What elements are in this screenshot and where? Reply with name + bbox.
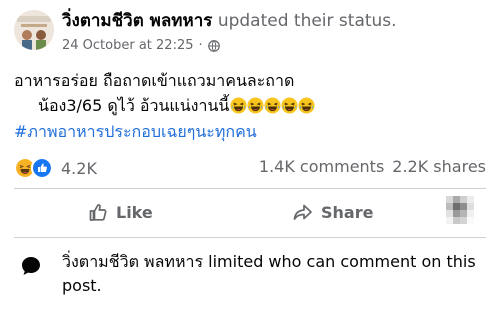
like-button[interactable]: Like	[88, 196, 153, 228]
meta-separator: ·	[198, 38, 203, 53]
post-card: วิ่งตามชีวิต พลทหาร updated their status…	[0, 0, 500, 309]
globe-icon[interactable]	[207, 40, 220, 52]
comment-restriction-notice: วิ่งตามชีวิต พลทหาร limited who can comm…	[62, 252, 476, 295]
laughing-emoji	[281, 97, 298, 114]
share-label: Share	[321, 202, 374, 222]
post-header-line: วิ่งตามชีวิต พลทหาร updated their status…	[62, 10, 397, 32]
avatar-image	[14, 10, 54, 50]
post-action-text: updated their status.	[217, 11, 397, 31]
post-text-line-1: อาหารอร่อย ถือถาดเข้าแถวมาคนละถาด	[14, 71, 295, 90]
author-name[interactable]: วิ่งตามชีวิต พลทหาร	[62, 11, 212, 31]
laughing-emoji-row	[230, 97, 315, 114]
laughing-emoji	[230, 97, 247, 114]
reaction-count: 4.2K	[61, 158, 97, 178]
post-text-line-2: น้อง3/65 ดูไว้ อ้วนแน่งานนี้	[38, 95, 315, 117]
comments-count-link[interactable]: 1.4K comments	[259, 157, 384, 176]
author-avatar[interactable]	[14, 10, 54, 50]
shares-count-link[interactable]: 2.2K shares	[392, 157, 486, 176]
post-text-line-2-content: น้อง3/65 ดูไว้ อ้วนแน่งานนี้	[38, 96, 230, 115]
divider-bottom	[14, 237, 486, 238]
blurred-avatar-icon[interactable]	[446, 196, 474, 224]
share-button[interactable]: Share	[293, 196, 373, 228]
post-hashtag[interactable]: #ภาพอาหารประกอบเฉยๆนะทุกคน	[14, 121, 257, 143]
share-arrow-icon	[293, 204, 312, 220]
laughing-emoji	[247, 97, 264, 114]
engagement-stats: 1.4K comments 2.2K shares	[259, 157, 486, 176]
post-meta: 24 October at 22:25 ·	[62, 37, 220, 55]
like-reaction-icon	[31, 157, 53, 179]
post-timestamp[interactable]: 24 October at 22:25	[62, 37, 194, 55]
comment-bubble-icon	[22, 257, 40, 275]
laughing-emoji	[264, 97, 281, 114]
reactions-summary[interactable]: 4.2K	[14, 157, 97, 179]
thumbs-up-icon	[89, 204, 107, 221]
divider-top	[14, 188, 486, 189]
laughing-emoji	[298, 97, 315, 114]
like-label: Like	[116, 202, 153, 222]
